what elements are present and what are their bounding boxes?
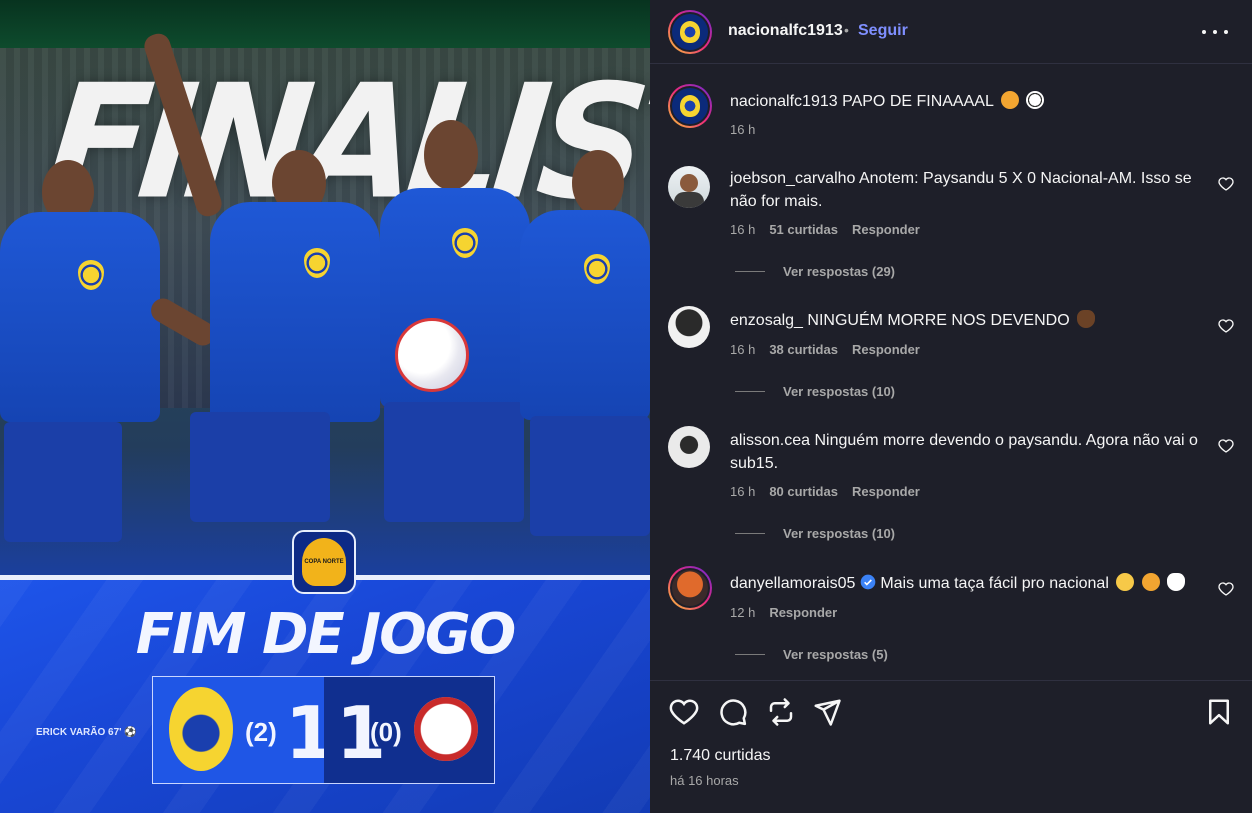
comment-likes[interactable]: 80 curtidas <box>769 484 838 499</box>
caption-meta: 16 h <box>730 122 755 137</box>
caption-time: 16 h <box>730 122 756 137</box>
home-penalties: (2) <box>245 717 277 747</box>
comment-text: enzosalg_ NINGUÉM MORRE NOS DEVENDO <box>730 309 1200 332</box>
view-replies-button[interactable]: Ver respostas (10) <box>735 526 895 541</box>
post-media-image[interactable]: FINALISTA COPA NORTE FIM DE JOGO ERICK V… <box>0 0 650 813</box>
comment-username[interactable]: danyellamorais05 <box>730 575 855 592</box>
comment-username[interactable]: alisson.cea <box>730 432 810 449</box>
reply-button[interactable]: Responder <box>852 484 920 499</box>
player-4 <box>520 150 650 580</box>
white-heart-emoji-icon <box>1167 573 1186 591</box>
comment-avatar[interactable] <box>668 306 710 348</box>
reply-button[interactable]: Responder <box>769 605 837 620</box>
goal-scorer-text: ERICK VARÃO 67' <box>36 727 122 738</box>
comment-icon[interactable] <box>718 697 748 727</box>
send-icon[interactable] <box>812 697 842 727</box>
verified-badge-icon <box>860 574 876 590</box>
reply-button[interactable]: Responder <box>852 222 920 237</box>
tiger-emoji-icon <box>1141 573 1160 591</box>
heart-eyes-emoji-icon <box>1116 573 1135 591</box>
heart-icon[interactable] <box>1218 438 1234 454</box>
comment-text: danyellamorais05 Mais uma taça fácil pro… <box>730 572 1200 595</box>
comment-time: 16 h <box>730 222 756 237</box>
heart-icon[interactable] <box>1218 318 1234 334</box>
player-2 <box>190 150 390 580</box>
comment-meta: 16 h 38 curtidas Responder <box>730 342 920 357</box>
tiger-emoji-icon <box>1000 91 1019 109</box>
comment-avatar[interactable] <box>668 566 712 610</box>
repost-icon[interactable] <box>766 697 796 727</box>
comment-meta: 12 h Responder <box>730 605 837 620</box>
comment-body: Mais uma taça fácil pro nacional <box>880 575 1109 592</box>
reply-button[interactable]: Responder <box>852 342 920 357</box>
post-side-panel: nacionalfc1913 • Seguir nacionalfc1913 P… <box>650 0 1252 813</box>
view-replies-label: Ver respostas (29) <box>783 264 896 279</box>
avatar[interactable] <box>668 10 712 54</box>
comment-avatar[interactable] <box>668 426 710 468</box>
view-replies-label: Ver respostas (10) <box>783 384 896 399</box>
heart-icon[interactable] <box>1218 176 1234 192</box>
stadium-roof <box>0 0 650 48</box>
comment-avatar[interactable] <box>668 166 710 208</box>
heart-icon[interactable] <box>1218 581 1234 597</box>
comment-time: 12 h <box>730 605 756 620</box>
home-crest-icon <box>169 687 233 771</box>
view-replies-label: Ver respostas (5) <box>783 647 888 662</box>
comment-text: joebson_carvalho Anotem: Paysandu 5 X 0 … <box>730 167 1200 213</box>
more-icon[interactable] <box>1202 22 1228 42</box>
caption-username[interactable]: nacionalfc1913 <box>730 93 838 110</box>
comment-meta: 16 h 51 curtidas Responder <box>730 222 920 237</box>
player-1 <box>0 160 220 580</box>
caption-text: PAPO DE FINAAAAL <box>842 93 994 110</box>
view-replies-button[interactable]: Ver respostas (10) <box>735 384 895 399</box>
likes-count[interactable]: 1.740 curtidas <box>670 747 771 765</box>
away-crest-icon <box>414 697 478 761</box>
soccer-ball-emoji-icon <box>1026 91 1045 109</box>
heart-emoji-icon <box>1077 310 1096 328</box>
post-header: nacionalfc1913 • Seguir <box>650 0 1252 64</box>
scoreboard: (2) 1 1 (0) <box>152 676 495 784</box>
comment-time: 16 h <box>730 342 756 357</box>
comment-body: NINGUÉM MORRE NOS DEVENDO <box>807 312 1070 329</box>
comment-text: alisson.cea Ninguém morre devendo o pays… <box>730 429 1200 475</box>
cup-logo-text: COPA NORTE <box>302 538 346 586</box>
goal-scorer: ERICK VARÃO 67' ⚽ <box>36 727 137 738</box>
cup-logo: COPA NORTE <box>292 530 356 594</box>
comment-time: 16 h <box>730 484 756 499</box>
view-replies-label: Ver respostas (10) <box>783 526 896 541</box>
comment-username[interactable]: joebson_carvalho <box>730 170 855 187</box>
comment-username[interactable]: enzosalg_ <box>730 312 803 329</box>
comment-likes[interactable]: 38 curtidas <box>769 342 838 357</box>
heart-icon[interactable] <box>669 697 699 727</box>
bookmark-icon[interactable] <box>1204 697 1234 727</box>
soccer-ball <box>395 318 469 392</box>
away-penalties: (0) <box>370 717 402 747</box>
comment-likes[interactable]: 51 curtidas <box>769 222 838 237</box>
caption-avatar[interactable] <box>668 84 712 128</box>
view-replies-button[interactable]: Ver respostas (5) <box>735 647 888 662</box>
post-actions: 1.740 curtidas há 16 horas <box>650 680 1252 813</box>
ball-icon: ⚽ <box>124 727 137 738</box>
view-replies-button[interactable]: Ver respostas (29) <box>735 264 895 279</box>
away-team: 1 (0) <box>324 677 494 783</box>
comment-meta: 16 h 80 curtidas Responder <box>730 484 920 499</box>
caption: nacionalfc1913 PAPO DE FINAAAAL <box>730 90 1200 113</box>
home-team: (2) 1 <box>153 677 335 783</box>
comments-list: nacionalfc1913 PAPO DE FINAAAAL 16 h joe… <box>650 64 1252 679</box>
separator-dot: • <box>844 22 849 38</box>
post-timestamp: há 16 horas <box>670 773 739 788</box>
header-username[interactable]: nacionalfc1913 <box>728 22 843 40</box>
follow-button[interactable]: Seguir <box>858 22 908 40</box>
result-title: FIM DE JOGO <box>135 602 517 667</box>
